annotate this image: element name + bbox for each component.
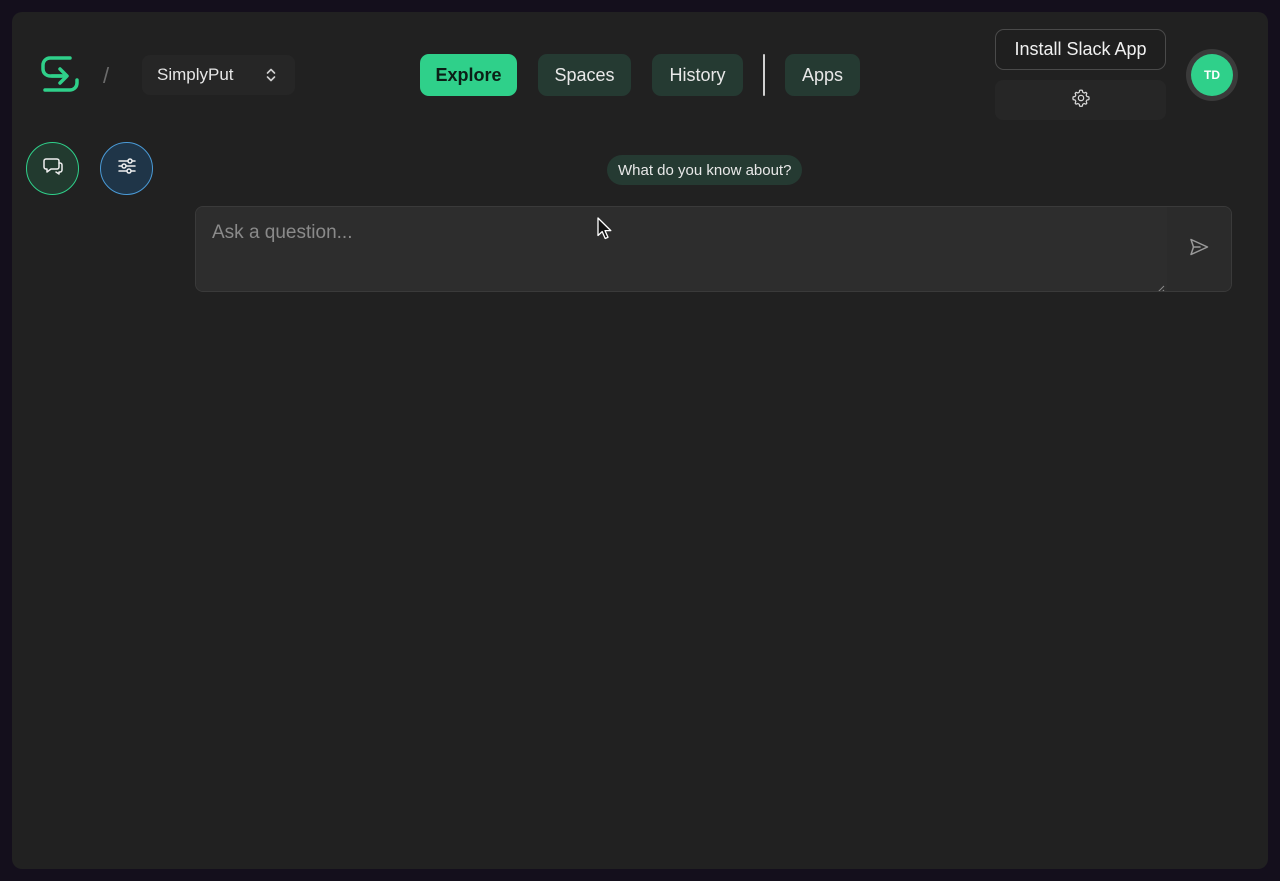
sliders-icon [117, 157, 137, 180]
gear-icon [1071, 88, 1091, 113]
user-avatar-button[interactable]: TD [1186, 49, 1238, 101]
resize-handle[interactable] [1156, 281, 1165, 291]
workspace-switcher[interactable]: SimplyPut [142, 55, 295, 95]
nav-apps-button[interactable]: Apps [785, 54, 860, 96]
chevron-up-down-icon [265, 67, 277, 83]
chat-mode-button[interactable] [26, 142, 79, 195]
suggestion-chip[interactable]: What do you know about? [607, 155, 803, 185]
send-icon [1188, 237, 1210, 262]
mouse-cursor-icon [597, 217, 613, 241]
breadcrumb-separator: / [103, 63, 110, 88]
nav-explore-button[interactable]: Explore [420, 54, 517, 96]
question-box [195, 206, 1232, 292]
simplyput-logo-icon[interactable] [40, 54, 84, 94]
workspace-name: SimplyPut [157, 65, 234, 84]
nav-spaces-button[interactable]: Spaces [538, 54, 631, 96]
install-slack-app-button[interactable]: Install Slack App [995, 29, 1166, 70]
question-input[interactable] [196, 207, 1167, 291]
send-button[interactable] [1167, 207, 1231, 291]
chat-bubbles-icon [42, 156, 64, 181]
filters-button[interactable] [100, 142, 153, 195]
settings-button[interactable] [995, 80, 1166, 120]
nav-divider [763, 54, 765, 96]
nav-history-button[interactable]: History [652, 54, 743, 96]
avatar: TD [1191, 54, 1233, 96]
app-window: / SimplyPut Explore Spaces History Apps … [12, 12, 1268, 869]
